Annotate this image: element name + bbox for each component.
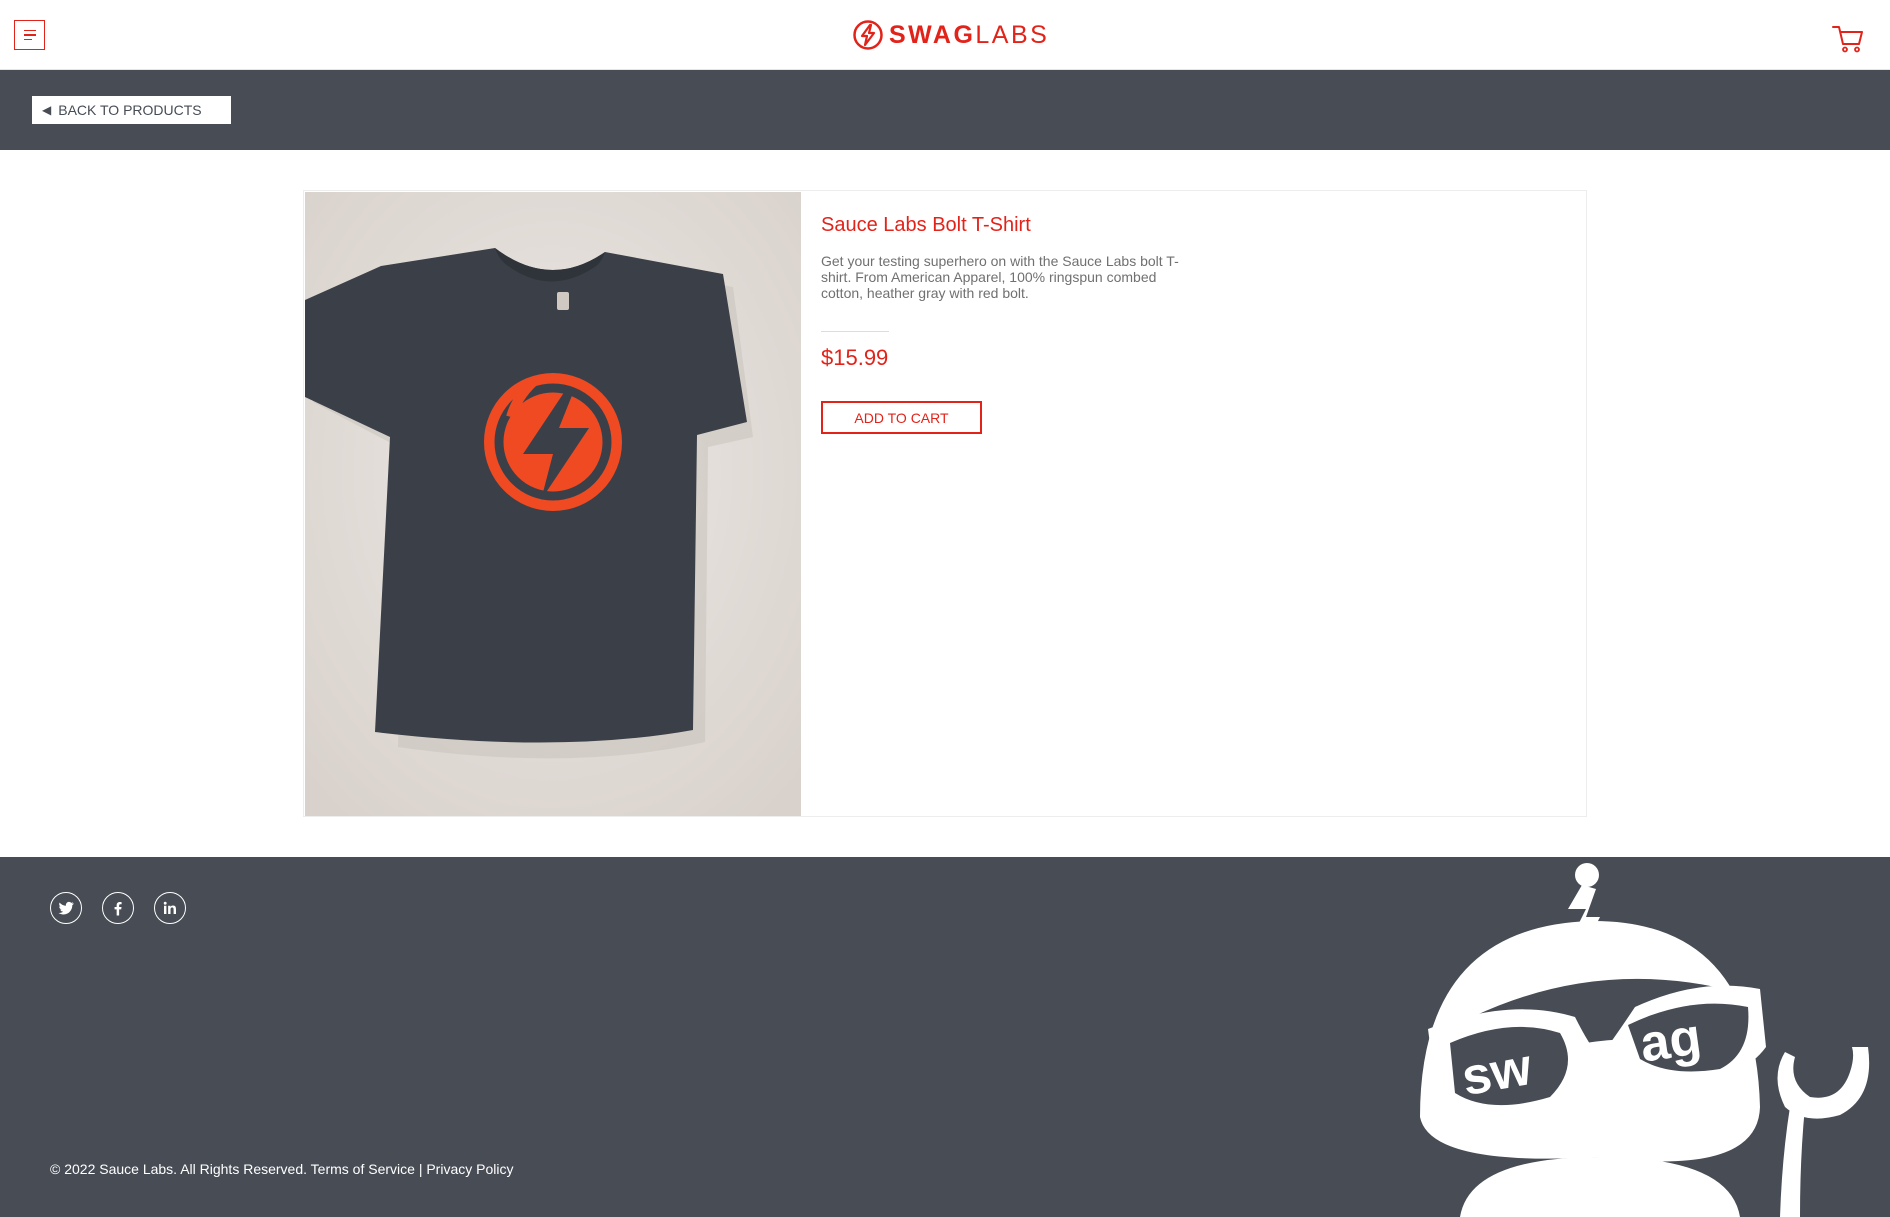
facebook-link[interactable] xyxy=(102,892,134,924)
copyright-text: © 2022 Sauce Labs. All Rights Reserved. xyxy=(50,1161,308,1177)
hamburger-menu-icon xyxy=(23,29,36,32)
facebook-icon xyxy=(114,902,122,916)
shopping-cart-button[interactable] xyxy=(1832,24,1864,54)
footer: © 2022 Sauce Labs. All Rights Reserved. … xyxy=(0,857,1890,1217)
logo-text-bold: SWAG xyxy=(889,20,976,49)
secondary-header: ◀ BACK TO PRODUCTS xyxy=(0,70,1890,150)
privacy-policy-link[interactable]: Privacy Policy xyxy=(426,1161,513,1177)
left-triangle-icon: ◀ xyxy=(42,103,52,117)
product-image xyxy=(305,192,801,816)
price-divider xyxy=(821,331,889,332)
bolt-logo-icon xyxy=(853,20,883,50)
swag-robot-mascot: sw ag xyxy=(1420,863,1870,1217)
footer-copyright: © 2022 Sauce Labs. All Rights Reserved. … xyxy=(50,1161,513,1177)
back-to-products-button[interactable]: ◀ BACK TO PRODUCTS xyxy=(32,96,231,124)
twitter-icon xyxy=(58,901,74,915)
linkedin-link[interactable] xyxy=(154,892,186,924)
product-details: Sauce Labs Bolt T-Shirt Get your testing… xyxy=(821,213,1201,434)
menu-button[interactable] xyxy=(14,20,45,50)
svg-text:sw: sw xyxy=(1458,1038,1537,1107)
product-name: Sauce Labs Bolt T-Shirt xyxy=(821,214,1031,236)
bolt-tshirt-image xyxy=(305,192,801,816)
product-detail-card: Sauce Labs Bolt T-Shirt Get your testing… xyxy=(303,190,1587,817)
svg-text:ag: ag xyxy=(1637,1008,1705,1074)
linkedin-icon xyxy=(163,901,176,914)
add-to-cart-button[interactable]: ADD TO CART xyxy=(821,401,982,434)
twitter-link[interactable] xyxy=(50,892,82,924)
logo-text-thin: LABS xyxy=(975,20,1050,49)
terms-of-service-link[interactable]: Terms of Service xyxy=(311,1161,415,1177)
product-price: $15.99 xyxy=(821,345,889,370)
app-header: SWAGLABS xyxy=(0,0,1890,70)
back-to-products-label: BACK TO PRODUCTS xyxy=(58,102,202,118)
product-description: Get your testing superhero on with the S… xyxy=(821,253,1179,301)
shopping-cart-icon xyxy=(1832,26,1863,53)
swag-labs-logo: SWAGLABS xyxy=(853,19,1049,51)
footer-separator: | xyxy=(418,1161,423,1177)
